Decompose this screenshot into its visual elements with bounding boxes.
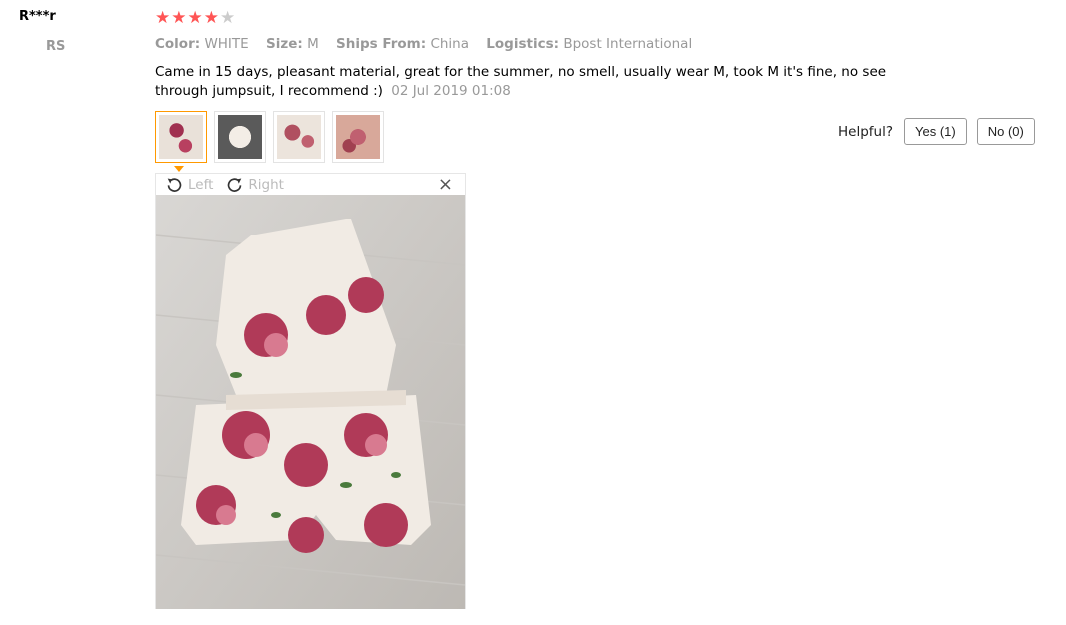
viewer-toolbar: Left Right ×: [156, 174, 465, 195]
rotate-left-label: Left: [188, 176, 214, 193]
rotate-left-icon: [167, 178, 182, 192]
thumbnail-image[interactable]: [214, 111, 266, 163]
helpful-no-button[interactable]: No (0): [976, 118, 1035, 145]
star-icon: ★: [171, 8, 187, 28]
property-ships-from: Ships From: China: [336, 36, 469, 52]
star-rating: ★ ★ ★ ★ ★: [155, 10, 235, 27]
close-icon[interactable]: ×: [438, 175, 453, 195]
thumbnail-image[interactable]: [273, 111, 325, 163]
review-body: Came in 15 days, pleasant material, grea…: [155, 63, 935, 101]
property-color: Color: WHITE: [155, 36, 249, 52]
thumbnail-image[interactable]: [332, 111, 384, 163]
star-icon: ★: [203, 8, 219, 28]
thumbnail-image[interactable]: [155, 111, 207, 163]
reviewer-country: RS: [46, 39, 66, 54]
review-thumbnails: [155, 111, 384, 163]
rotate-right-label: Right: [248, 176, 284, 193]
rotate-right-icon: [228, 178, 242, 192]
order-properties: Color: WHITE Size: M Ships From: China L…: [155, 36, 705, 52]
property-logistics: Logistics: Bpost International: [486, 36, 693, 52]
reviewer-name: R***r: [19, 9, 56, 24]
review-photo: [156, 195, 465, 609]
rotate-left-button[interactable]: Left: [166, 176, 213, 193]
property-size: Size: M: [266, 36, 319, 52]
helpful-label: Helpful?: [838, 123, 894, 140]
image-viewer: Left Right ×: [155, 173, 466, 609]
star-icon: ★: [155, 8, 171, 28]
helpful-yes-button[interactable]: Yes (1): [904, 118, 967, 145]
star-empty-icon: ★: [220, 8, 236, 28]
review-text: Came in 15 days, pleasant material, grea…: [155, 64, 887, 99]
star-icon: ★: [187, 8, 203, 28]
rotate-right-button[interactable]: Right: [226, 176, 284, 193]
active-thumbnail-caret: [174, 166, 184, 172]
review-date: 02 Jul 2019 01:08: [391, 83, 511, 99]
helpful-vote: Helpful? Yes (1) No (0): [838, 118, 1035, 145]
